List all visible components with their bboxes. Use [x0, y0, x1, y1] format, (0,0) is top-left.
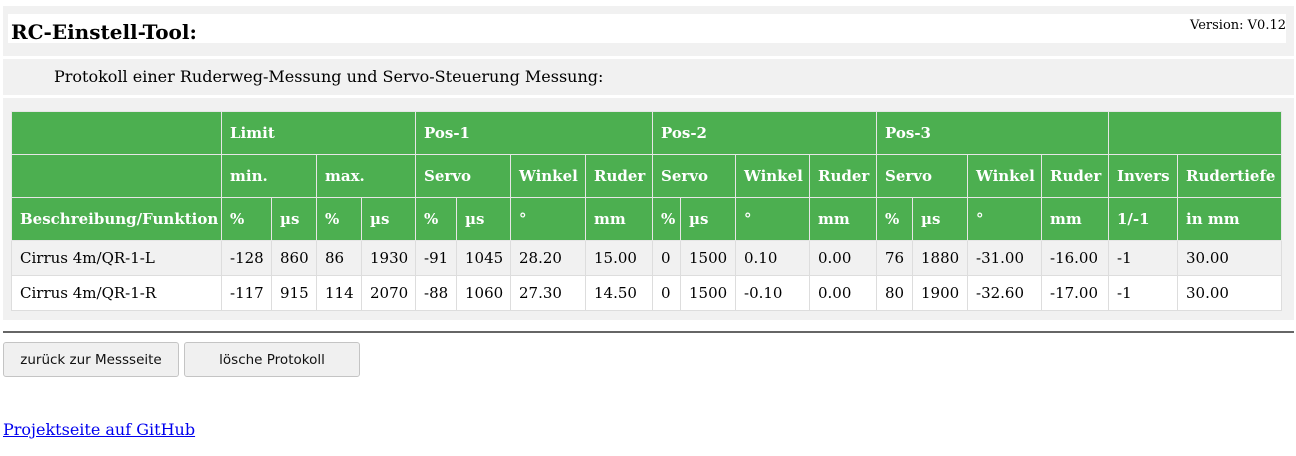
- table-row: Cirrus 4m/QR-1-R -117 915 114 2070 -88 1060 27.…: [11, 275, 1282, 311]
- header-min: min.: [221, 154, 317, 198]
- header-pos1-servo: Servo: [415, 154, 511, 198]
- separator-line: [3, 331, 1294, 333]
- version-label: Version: V0.12: [1190, 18, 1286, 33]
- row-description-cell: Cirrus 4m/QR-1-R: [11, 275, 222, 311]
- header-unit-cell: %: [876, 197, 913, 241]
- header-unit-cell: mm: [585, 197, 653, 241]
- table-cell: 0.00: [809, 240, 877, 276]
- table-cell: 0.10: [735, 240, 810, 276]
- table-header-row-subgroups: min. max. Servo Winkel Ruder Servo Winke…: [11, 154, 1282, 198]
- header-unit-cell: µs: [271, 197, 317, 241]
- back-to-measurement-button[interactable]: zurück zur Messseite: [3, 342, 179, 377]
- table-cell: 860: [271, 240, 317, 276]
- header-pos-3: Pos-3: [876, 111, 1109, 155]
- table-cell: 14.50: [585, 275, 653, 311]
- header-unit-cell: mm: [809, 197, 877, 241]
- header-pos-2: Pos-2: [652, 111, 877, 155]
- table-cell: 0: [652, 240, 681, 276]
- header-unit-cell: °: [967, 197, 1042, 241]
- protocol-subtitle: Protokoll einer Ruderweg-Messung und Ser…: [54, 67, 604, 86]
- table-cell: -1: [1108, 240, 1178, 276]
- header-unit-cell: µs: [361, 197, 416, 241]
- table-cell: 27.30: [510, 275, 586, 311]
- header-unit-cell: 1/-1: [1108, 197, 1178, 241]
- header-pos1-ruder: Ruder: [585, 154, 653, 198]
- header-unit-cell: %: [652, 197, 681, 241]
- header-unit-cell: %: [316, 197, 362, 241]
- table-cell: 30.00: [1177, 275, 1282, 311]
- github-project-link[interactable]: Projektseite auf GitHub: [3, 420, 195, 440]
- table-cell: 915: [271, 275, 317, 311]
- header-unit-cell: µs: [456, 197, 511, 241]
- header-max: max.: [316, 154, 416, 198]
- table-cell: 1930: [361, 240, 416, 276]
- table-cell: -128: [221, 240, 272, 276]
- table-cell: 86: [316, 240, 362, 276]
- table-cell: 15.00: [585, 240, 653, 276]
- header-rudertiefe: Rudertiefe: [1177, 154, 1282, 198]
- table-cell: -0.10: [735, 275, 810, 311]
- table-cell: 30.00: [1177, 240, 1282, 276]
- header-invers: Invers: [1108, 154, 1178, 198]
- header-pos2-servo: Servo: [652, 154, 736, 198]
- header-cell-empty: [11, 154, 222, 198]
- table-cell: 1045: [456, 240, 511, 276]
- table-cell: 1060: [456, 275, 511, 311]
- header-pos2-ruder: Ruder: [809, 154, 877, 198]
- table-cell: 0.00: [809, 275, 877, 311]
- header-unit-cell: °: [735, 197, 810, 241]
- header-pos-1: Pos-1: [415, 111, 653, 155]
- table-header-row-units: Beschreibung/Funktion% µs% µs% µs ° mm% µs ° mm%…: [11, 197, 1282, 241]
- table-cell: 80: [876, 275, 913, 311]
- table-cell: 0: [652, 275, 681, 311]
- table-cell: -1: [1108, 275, 1178, 311]
- table-cell: -91: [415, 240, 457, 276]
- header-unit-cell: mm: [1041, 197, 1109, 241]
- row-description-cell: Cirrus 4m/QR-1-L: [11, 240, 222, 276]
- header-title-bar: [8, 14, 1286, 43]
- table-cell: 76: [876, 240, 913, 276]
- table-cell: 1500: [680, 275, 736, 311]
- header-unit-cell: °: [510, 197, 586, 241]
- header-pos1-winkel: Winkel: [510, 154, 586, 198]
- table-cell: 1880: [912, 240, 968, 276]
- table-cell: 28.20: [510, 240, 586, 276]
- header-unit-cell: µs: [912, 197, 968, 241]
- header-pos2-winkel: Winkel: [735, 154, 810, 198]
- table-cell: -88: [415, 275, 457, 311]
- table-cell: -117: [221, 275, 272, 311]
- app-title: RC-Einstell-Tool:: [11, 20, 197, 44]
- protocol-table: Limit Pos-1 Pos-2 Pos-3 min. max. Servo …: [11, 111, 1282, 311]
- table-cell: -16.00: [1041, 240, 1109, 276]
- table-cell: -17.00: [1041, 275, 1109, 311]
- table-cell: 114: [316, 275, 362, 311]
- header-pos3-servo: Servo: [876, 154, 968, 198]
- table-row: Cirrus 4m/QR-1-L -128 860 86 1930 -91 1045 28.2…: [11, 240, 1282, 276]
- header-unit-cell: in mm: [1177, 197, 1282, 241]
- header-unit-cell: %: [221, 197, 272, 241]
- header-cell-empty: [1108, 111, 1282, 155]
- table-header-row-groups: Limit Pos-1 Pos-2 Pos-3: [11, 111, 1282, 155]
- table-cell: -32.60: [967, 275, 1042, 311]
- table-cell: 1900: [912, 275, 968, 311]
- table-body: Cirrus 4m/QR-1-L -128 860 86 1930 -91 1045 28.2…: [11, 240, 1282, 311]
- header-cell-empty: [11, 111, 222, 155]
- delete-protocol-button[interactable]: lösche Protokoll: [184, 342, 360, 377]
- table-cell: 2070: [361, 275, 416, 311]
- header-limit: Limit: [221, 111, 416, 155]
- table-cell: 1500: [680, 240, 736, 276]
- table-cell: -31.00: [967, 240, 1042, 276]
- header-pos3-winkel: Winkel: [967, 154, 1042, 198]
- header-unit-cell: %: [415, 197, 457, 241]
- header-unit-cell: µs: [680, 197, 736, 241]
- header-pos3-ruder: Ruder: [1041, 154, 1109, 198]
- header-unit-cell: Beschreibung/Funktion: [11, 197, 222, 241]
